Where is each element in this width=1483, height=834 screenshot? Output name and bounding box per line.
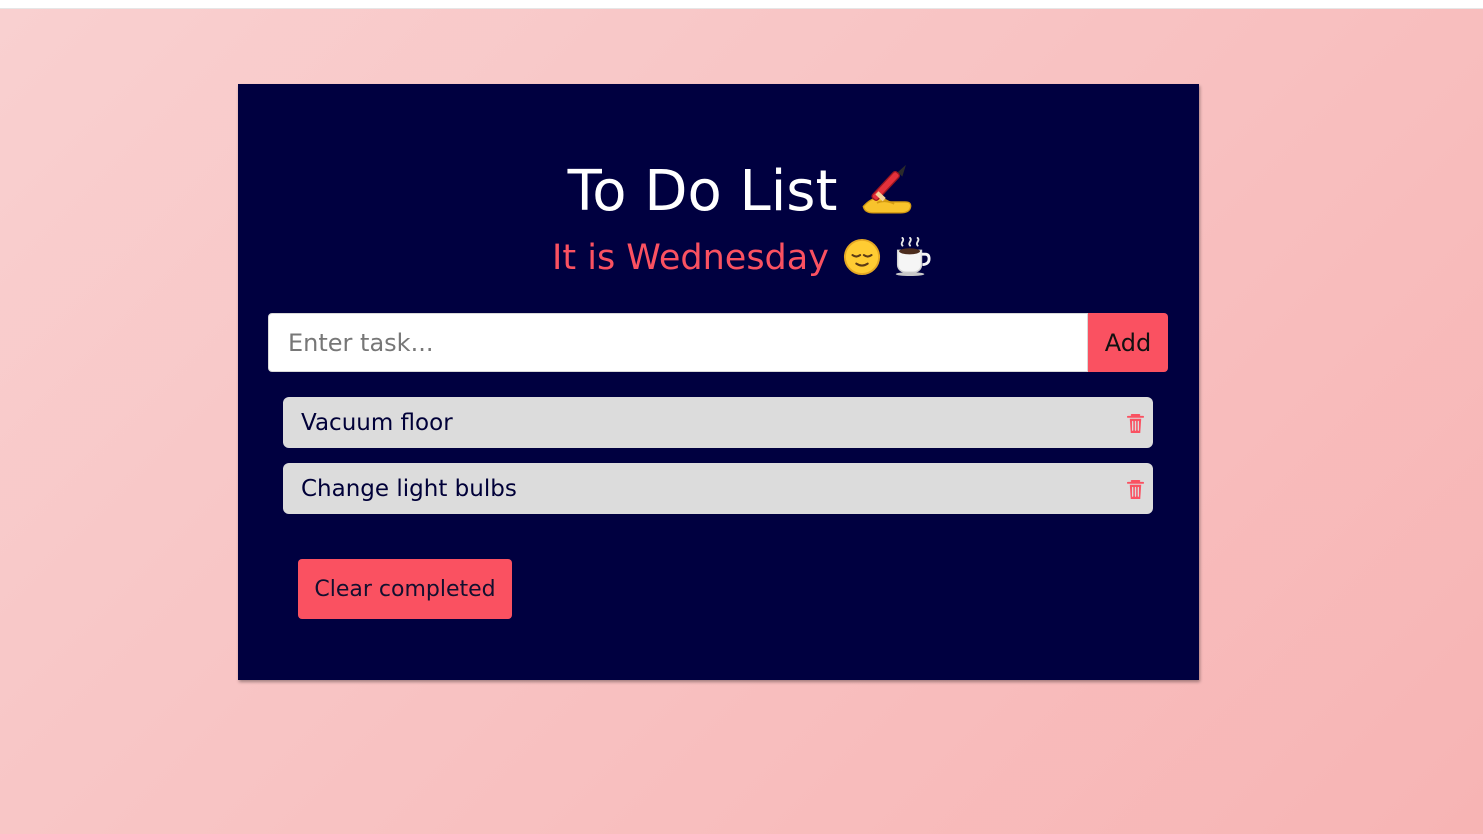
coffee-icon — [891, 237, 931, 277]
add-button[interactable]: Add — [1088, 313, 1168, 372]
task-input[interactable] — [268, 313, 1088, 372]
trash-icon[interactable] — [1126, 413, 1145, 434]
day-subtitle-text: It is Wednesday — [552, 238, 829, 278]
page-title: To Do List — [0, 150, 1483, 234]
day-subtitle: It is Wednesday — [0, 231, 1483, 285]
task-text: Vacuum floor — [301, 410, 453, 436]
relieved-face-icon — [843, 238, 881, 276]
browser-top-strip — [0, 0, 1483, 9]
trash-icon[interactable] — [1126, 479, 1145, 500]
list-item[interactable]: Vacuum floor — [283, 397, 1153, 448]
clear-completed-button[interactable]: Clear completed — [298, 559, 512, 619]
writing-hand-icon — [857, 161, 915, 219]
task-text: Change light bulbs — [301, 476, 517, 502]
page-title-text: To Do List — [567, 159, 838, 224]
list-item[interactable]: Change light bulbs — [283, 463, 1153, 514]
